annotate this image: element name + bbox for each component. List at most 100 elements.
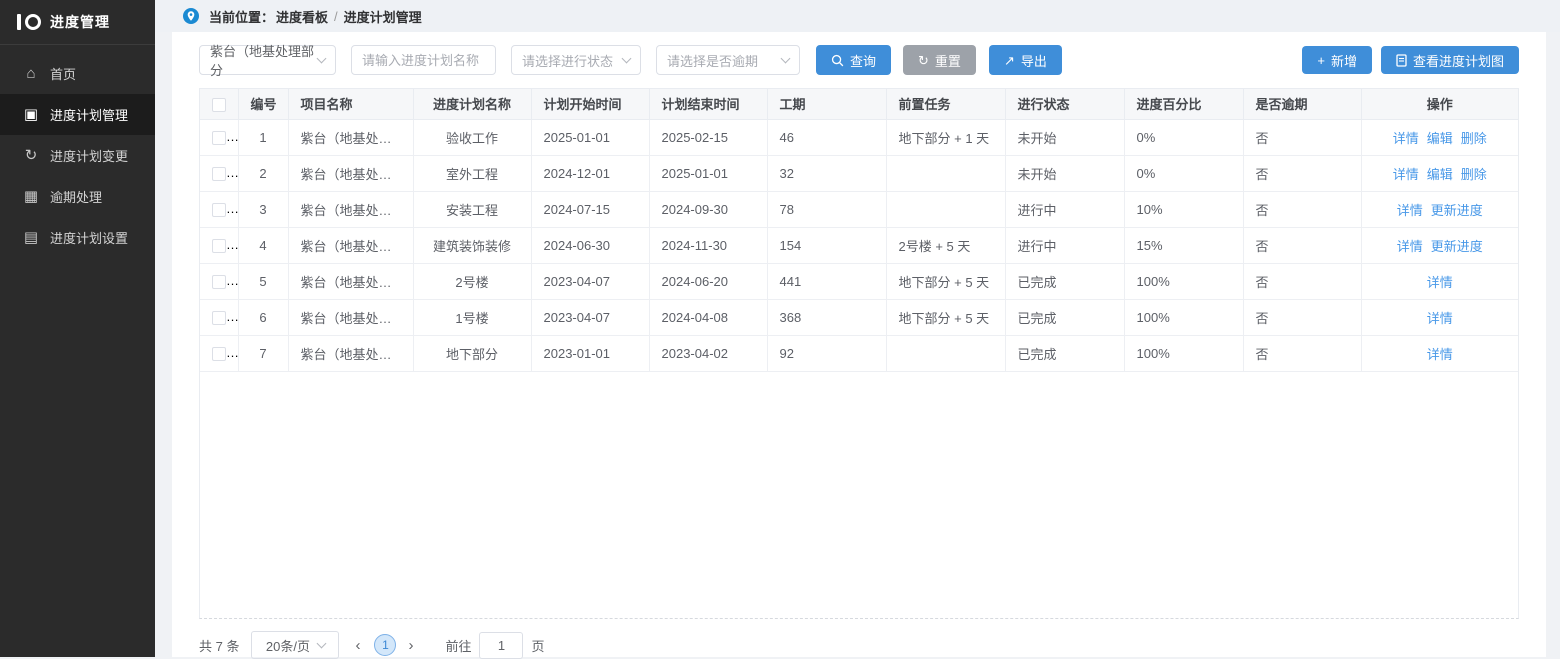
logo-icon [17, 14, 41, 30]
cell-start: 2023-04-07 [531, 299, 649, 335]
action-link-update-progress[interactable]: 更新进度 [1431, 239, 1483, 254]
cell-duration: 368 [767, 299, 886, 335]
next-page-button[interactable]: › [402, 637, 419, 654]
breadcrumb-separator: / [334, 9, 338, 24]
search-icon [831, 54, 844, 67]
status-select-placeholder: 请选择进行状态 [522, 51, 613, 70]
document-icon [1396, 54, 1407, 67]
filter-toolbar: 紫台（地基处理部分 请选择进行状态 请选择是否逾期 查询 ↻ [199, 45, 1519, 75]
breadcrumb-bar: 当前位置： 进度看板 / 进度计划管理 [155, 0, 1560, 32]
cell-start: 2023-01-01 [531, 335, 649, 371]
action-link-delete[interactable]: 删除 [1461, 167, 1487, 182]
reset-button[interactable]: ↻ 重置 [903, 45, 976, 75]
cell-status: 未开始 [1005, 119, 1124, 155]
refresh-icon: ↻ [22, 148, 40, 163]
cell-no: 7 [238, 335, 288, 371]
action-link-detail[interactable]: 详情 [1427, 311, 1453, 326]
page-size-select[interactable]: 20条/页 [251, 631, 339, 659]
cell-overdue: 否 [1243, 119, 1361, 155]
status-select[interactable]: 请选择进行状态 [511, 45, 641, 75]
row-checkbox[interactable] [212, 239, 226, 253]
select-all-checkbox[interactable] [212, 98, 226, 112]
column-header: 进度计划名称 [413, 89, 531, 119]
column-header: 进行状态 [1005, 89, 1124, 119]
row-checkbox[interactable] [212, 131, 226, 145]
view-plan-chart-button[interactable]: 查看进度计划图 [1381, 46, 1519, 74]
action-link-edit[interactable]: 编辑 [1427, 167, 1453, 182]
page-size-value: 20条/页 [266, 636, 310, 655]
breadcrumb-item-current: 进度计划管理 [344, 7, 422, 26]
table-row: 1紫台（地基处理...验收工作2025-01-012025-02-1546地下部… [200, 119, 1518, 155]
plan-table-container: 编号项目名称进度计划名称计划开始时间计划结束时间工期前置任务进行状态进度百分比是… [199, 88, 1519, 619]
calendar-icon: ▦ [22, 189, 40, 204]
export-button[interactable]: ↗ 导出 [989, 45, 1062, 75]
cell-project: 紫台（地基处理... [288, 335, 413, 371]
cell-end: 2025-01-01 [649, 155, 767, 191]
action-link-detail[interactable]: 详情 [1397, 239, 1423, 254]
export-button-label: 导出 [1021, 51, 1047, 70]
table-row: 7紫台（地基处理...地下部分2023-01-012023-04-0292已完成… [200, 335, 1518, 371]
action-link-detail[interactable]: 详情 [1427, 275, 1453, 290]
breadcrumb-item-dashboard[interactable]: 进度看板 [276, 7, 328, 26]
action-link-detail[interactable]: 详情 [1393, 131, 1419, 146]
cell-actions: 详情 [1361, 335, 1518, 371]
cell-status: 已完成 [1005, 299, 1124, 335]
prev-page-button[interactable]: ‹ [349, 637, 366, 654]
cell-project: 紫台（地基处理... [288, 155, 413, 191]
cell-status: 进行中 [1005, 191, 1124, 227]
action-link-detail[interactable]: 详情 [1427, 347, 1453, 362]
sidebar-item-plan-settings[interactable]: ▤ 进度计划设置 [0, 217, 155, 258]
app-logo: 进度管理 [0, 0, 155, 45]
project-select[interactable]: 紫台（地基处理部分 [199, 45, 336, 75]
cell-start: 2023-04-07 [531, 263, 649, 299]
row-checkbox[interactable] [212, 203, 226, 217]
column-header: 前置任务 [886, 89, 1005, 119]
sidebar-item-label: 进度计划设置 [50, 228, 128, 247]
home-icon: ⌂ [22, 66, 40, 81]
cell-pre [886, 191, 1005, 227]
cell-overdue: 否 [1243, 191, 1361, 227]
action-link-detail[interactable]: 详情 [1397, 203, 1423, 218]
reset-button-label: 重置 [935, 51, 961, 70]
refresh-icon: ↻ [918, 54, 929, 67]
page-number-1[interactable]: 1 [374, 634, 396, 656]
main-area: 当前位置： 进度看板 / 进度计划管理 紫台（地基处理部分 请选择进行状态 请选… [155, 0, 1560, 657]
cell-start: 2025-01-01 [531, 119, 649, 155]
row-checkbox[interactable] [212, 167, 226, 181]
search-button[interactable]: 查询 [816, 45, 891, 75]
row-checkbox[interactable] [212, 275, 226, 289]
action-link-edit[interactable]: 编辑 [1427, 131, 1453, 146]
sidebar-item-overdue-handling[interactable]: ▦逾期处理 [0, 176, 155, 217]
cell-plan: 地下部分 [413, 335, 531, 371]
action-link-delete[interactable]: 删除 [1461, 131, 1487, 146]
sidebar-item-plan-management[interactable]: ▣进度计划管理 [0, 94, 155, 135]
cell-pre: 地下部分 + 5 天 [886, 299, 1005, 335]
cell-actions: 详情更新进度 [1361, 227, 1518, 263]
pagination-bar: 共 7 条 20条/页 ‹ 1 › 前往 页 [199, 631, 1519, 659]
sidebar-item-home[interactable]: ⌂首页 [0, 53, 155, 94]
goto-label: 前往 [445, 636, 471, 655]
sidebar: 进度管理 ⌂首页▣进度计划管理 ↻ 进度计划变更 ▦逾期处理 ▤ 进度计划设置 [0, 0, 155, 657]
cell-plan: 建筑装饰装修 [413, 227, 531, 263]
cell-project: 紫台（地基处理... [288, 191, 413, 227]
cell-duration: 78 [767, 191, 886, 227]
row-checkbox[interactable] [212, 311, 226, 325]
action-link-detail[interactable]: 详情 [1393, 167, 1419, 182]
cell-status: 已完成 [1005, 263, 1124, 299]
cell-project: 紫台（地基处理... [288, 119, 413, 155]
cell-overdue: 否 [1243, 299, 1361, 335]
column-header: 是否逾期 [1243, 89, 1361, 119]
goto-page-input[interactable] [479, 632, 523, 659]
plan-name-input[interactable] [351, 45, 496, 75]
document-icon: ▤ [22, 230, 40, 245]
cell-status: 已完成 [1005, 335, 1124, 371]
sidebar-item-label: 进度计划变更 [50, 146, 128, 165]
cell-overdue: 否 [1243, 263, 1361, 299]
monitor-icon: ▣ [22, 107, 40, 122]
add-button[interactable]: + 新增 [1302, 46, 1372, 74]
cell-no: 2 [238, 155, 288, 191]
overdue-select[interactable]: 请选择是否逾期 [656, 45, 800, 75]
action-link-update-progress[interactable]: 更新进度 [1431, 203, 1483, 218]
row-checkbox[interactable] [212, 347, 226, 361]
sidebar-item-plan-change[interactable]: ↻ 进度计划变更 [0, 135, 155, 176]
